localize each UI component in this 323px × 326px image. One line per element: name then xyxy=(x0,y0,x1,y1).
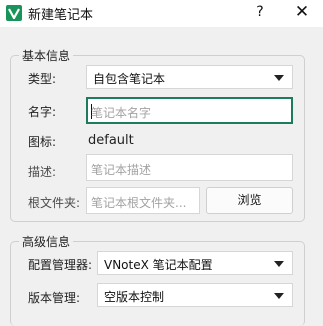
type-label: 类型: xyxy=(28,72,57,86)
browse-button[interactable]: 浏览 xyxy=(206,187,293,214)
config-manager-select[interactable]: VNoteX 笔记本配置 xyxy=(97,251,293,275)
close-button[interactable]: ✕ xyxy=(287,0,317,27)
version-control-value: 空版本控制 xyxy=(104,290,165,304)
help-button[interactable]: ? xyxy=(245,0,275,27)
title-bar: 新建笔记本 ? ✕ xyxy=(0,0,323,27)
version-control-select[interactable]: 空版本控制 xyxy=(97,283,293,307)
root-folder-input[interactable]: 笔记本根文件夹... xyxy=(86,187,200,214)
type-select-value: 自包含笔记本 xyxy=(93,72,166,86)
name-input[interactable]: 笔记本名字 xyxy=(86,97,293,124)
icon-label: 图标: xyxy=(28,135,57,149)
root-folder-placeholder: 笔记本根文件夹... xyxy=(91,196,187,210)
name-label: 名字: xyxy=(28,105,57,119)
version-control-label: 版本管理: xyxy=(28,291,81,305)
config-manager-value: VNoteX 笔记本配置 xyxy=(104,258,213,272)
chevron-down-icon xyxy=(274,75,284,81)
chevron-down-icon xyxy=(274,293,284,299)
description-input[interactable]: 笔记本描述 xyxy=(86,154,293,181)
basic-info-title: 基本信息 xyxy=(19,47,74,64)
chevron-down-icon xyxy=(274,261,284,267)
vnote-logo-icon xyxy=(6,5,22,21)
window-title: 新建笔记本 xyxy=(28,8,94,23)
config-manager-label: 配置管理器: xyxy=(28,258,93,272)
type-select[interactable]: 自包含笔记本 xyxy=(86,65,293,89)
root-folder-label: 根文件夹: xyxy=(28,196,81,210)
description-label: 描述: xyxy=(28,165,57,179)
name-placeholder: 笔记本名字 xyxy=(91,106,152,120)
description-placeholder: 笔记本描述 xyxy=(91,163,152,177)
advanced-info-title: 高级信息 xyxy=(19,233,74,250)
icon-value: default xyxy=(88,133,134,148)
